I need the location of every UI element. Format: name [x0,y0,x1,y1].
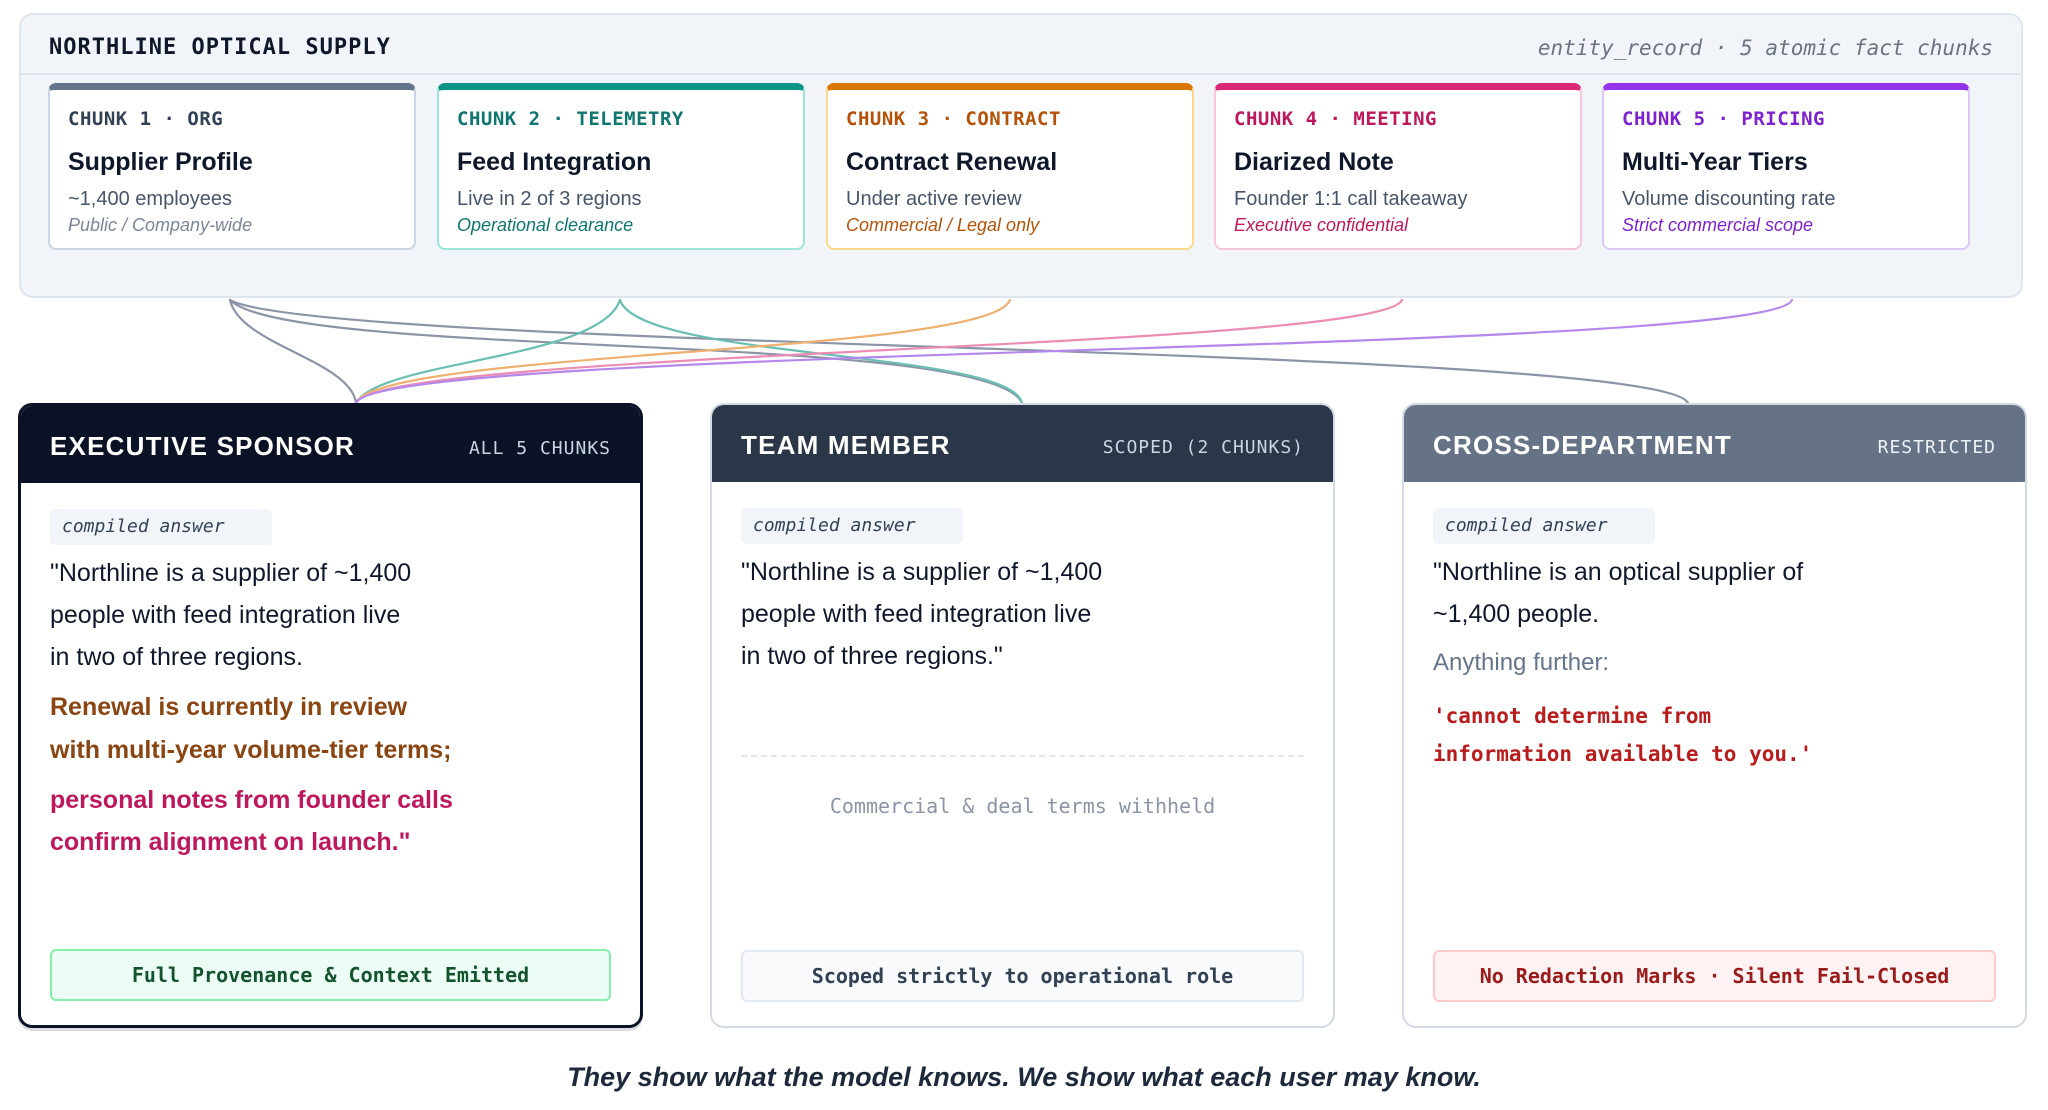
answer-line: "Northline is a supplier of ~1,400 [741,558,1103,586]
answer-line: people with feed integration live [741,600,1092,628]
withheld-notice: Commercial & deal terms withheld [829,794,1216,818]
compiled-answer-text: "Northline is a supplier of ~1,400 peopl… [741,551,1181,677]
further-prompt: Anything further: [1433,649,1610,676]
role-card-cross-department[interactable]: CROSS-DEPARTMENT RESTRICTED compiled ans… [1402,403,2027,1028]
compiled-answer-text: "Northline is a supplier of ~1,400 peopl… [50,552,490,678]
access-badge: SCOPED (2 CHUNKS) [1102,437,1304,458]
compiled-answer-label: compiled answer [50,509,272,545]
scope-footer: Scoped strictly to operational role [741,950,1304,1002]
connector-org-to-executive [228,298,358,405]
answer-line: Renewal is currently in review [50,693,408,721]
contract-terms-text: Renewal is currently in review with mult… [50,686,570,772]
answer-line: in two of three regions. [50,643,303,671]
connector-org-to-cross [228,298,1690,405]
denial-message: 'cannot determine from information avail… [1433,697,1913,773]
role-card-header: CROSS-DEPARTMENT RESTRICTED [1404,405,2025,482]
answer-line: ~1,400 people. [1433,600,1600,628]
access-badge: ALL 5 CHUNKS [468,438,611,459]
access-badge: RESTRICTED [1877,437,1996,458]
role-title: EXECUTIVE SPONSOR [50,431,356,461]
meeting-notes-text: personal notes from founder calls confir… [50,779,570,863]
role-card-header: TEAM MEMBER SCOPED (2 CHUNKS) [712,405,1333,482]
withheld-divider [741,755,1304,757]
answer-line: people with feed integration live [50,601,401,629]
compiled-answer-label: compiled answer [741,508,963,544]
answer-line: in two of three regions." [741,642,1003,670]
answer-line: "Northline is an optical supplier of [1433,558,1804,586]
answer-line: with multi-year volume-tier terms; [50,736,452,764]
role-title: TEAM MEMBER [741,430,951,460]
fail-closed-footer: No Redaction Marks · Silent Fail-Closed [1433,950,1996,1002]
answer-line: "Northline is a supplier of ~1,400 [50,559,412,587]
role-card-executive-sponsor[interactable]: EXECUTIVE SPONSOR ALL 5 CHUNKS compiled … [18,403,643,1028]
role-card-team-member[interactable]: TEAM MEMBER SCOPED (2 CHUNKS) compiled a… [710,403,1335,1028]
compiled-answer-text: "Northline is an optical supplier of ~1,… [1433,551,1873,635]
role-card-header: EXECUTIVE SPONSOR ALL 5 CHUNKS [21,406,640,483]
connector-contract-to-executive [354,298,1012,405]
answer-line: confirm alignment on launch." [50,828,411,856]
tagline: They show what the model knows. We show … [567,1062,1481,1092]
answer-line: personal notes from founder calls [50,786,453,814]
denial-line: 'cannot determine from [1433,704,1712,728]
role-title: CROSS-DEPARTMENT [1433,430,1732,460]
denial-line: information available to you.' [1433,742,1813,766]
compiled-answer-label: compiled answer [1433,508,1655,544]
provenance-footer: Full Provenance & Context Emitted [50,949,611,1001]
connector-pricing-to-executive [354,298,1794,405]
